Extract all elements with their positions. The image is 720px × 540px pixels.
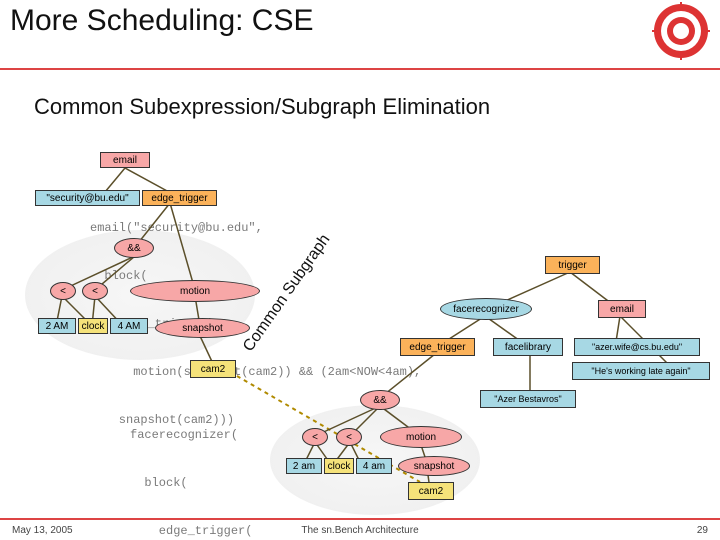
node-label: && <box>127 243 140 254</box>
node-and: && <box>114 238 154 258</box>
node-label: trigger <box>558 260 586 271</box>
code-line: motion(snapshot(cam2)) && (2am<NOW<4am), <box>90 364 421 380</box>
node-label: facelibrary <box>505 342 551 353</box>
node-edge-trigger: edge_trigger <box>142 190 217 206</box>
node-lt: < <box>336 428 362 446</box>
node-motion: motion <box>380 426 462 448</box>
node-cam2: cam2 <box>190 360 236 378</box>
node-label: < <box>60 286 66 297</box>
node-label: email <box>113 155 137 166</box>
red-rule <box>0 68 720 70</box>
slide: More Scheduling: CSE Common Subexpressio… <box>0 0 720 540</box>
code-line: block( <box>90 268 421 284</box>
node-late-msg: "He's working late again" <box>572 362 710 380</box>
node-label: && <box>373 395 386 406</box>
node-label: edge_trigger <box>151 193 207 204</box>
node-and: && <box>360 390 400 410</box>
node-clock: clock <box>78 318 108 334</box>
node-label: "He's working late again" <box>591 366 690 376</box>
node-wife-email: "azer.wife@cs.bu.edu" <box>574 338 700 356</box>
node-label: facerecognizer <box>453 304 519 315</box>
node-lt: < <box>302 428 328 446</box>
node-label: "security@bu.edu" <box>46 193 128 204</box>
node-label: edge_trigger <box>409 342 465 353</box>
page-number: 29 <box>697 525 708 536</box>
node-motion: motion <box>130 280 260 302</box>
node-2am: 2 am <box>286 458 322 474</box>
node-label: motion <box>180 286 210 297</box>
node-lt: < <box>82 282 108 300</box>
node-label: "Azer Bestavros" <box>494 394 561 404</box>
node-azer: "Azer Bestavros" <box>480 390 576 408</box>
node-label: cam2 <box>201 364 225 375</box>
footer-rule <box>0 518 720 520</box>
node-security: "security@bu.edu" <box>35 190 140 206</box>
node-label: motion <box>406 432 436 443</box>
node-label: 4 am <box>363 461 385 472</box>
node-4am: 4 AM <box>110 318 148 334</box>
node-lt: < <box>50 282 76 300</box>
slide-subtitle: Common Subexpression/Subgraph Eliminatio… <box>34 94 490 120</box>
node-label: cam2 <box>419 486 443 497</box>
node-label: email <box>610 304 634 315</box>
node-label: snapshot <box>414 461 455 472</box>
node-2am: 2 AM <box>38 318 76 334</box>
logo-icon <box>652 2 710 60</box>
node-email: email <box>100 152 150 168</box>
node-facerecognizer: facerecognizer <box>440 298 532 320</box>
node-label: 4 AM <box>118 321 141 332</box>
node-email: email <box>598 300 646 318</box>
node-label: < <box>312 432 318 443</box>
node-label: < <box>346 432 352 443</box>
node-4am: 4 am <box>356 458 392 474</box>
node-label: clock <box>328 461 351 472</box>
node-label: < <box>92 286 98 297</box>
node-cam2: cam2 <box>408 482 454 500</box>
node-label: 2 AM <box>46 321 69 332</box>
node-snapshot: snapshot <box>398 456 470 476</box>
node-clock: clock <box>324 458 354 474</box>
node-label: "azer.wife@cs.bu.edu" <box>592 342 682 352</box>
node-facelibrary: facelibrary <box>493 338 563 356</box>
node-label: 2 am <box>293 461 315 472</box>
code-line: block( <box>130 475 540 491</box>
code-line: email("security@bu.edu", <box>90 220 421 236</box>
slide-title: More Scheduling: CSE <box>10 4 314 38</box>
node-edge-trigger: edge_trigger <box>400 338 475 356</box>
node-trigger: trigger <box>545 256 600 274</box>
footer-center: The sn.Bench Architecture <box>0 525 720 536</box>
node-label: clock <box>82 321 105 332</box>
node-snapshot: snapshot <box>155 318 250 338</box>
node-label: snapshot <box>182 323 223 334</box>
